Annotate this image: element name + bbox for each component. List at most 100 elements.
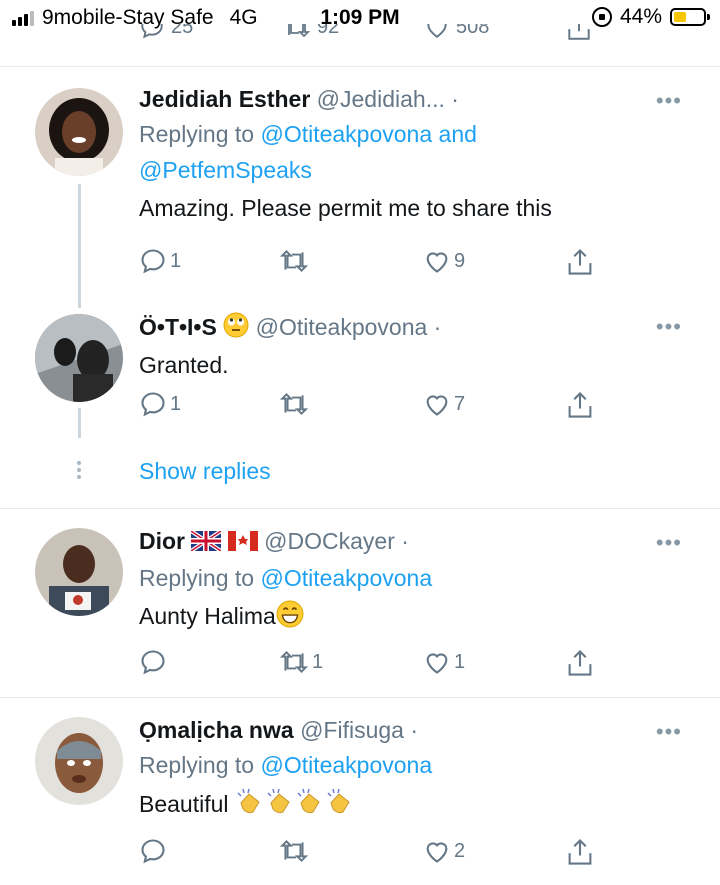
- display-name[interactable]: Ọmalịcha nwa: [139, 717, 294, 743]
- reply-icon: [141, 249, 165, 274]
- tweet-text: Amazing. Please permit me to share this: [139, 195, 552, 221]
- retweet-count: 92: [317, 24, 340, 38]
- retweet-button[interactable]: 92: [283, 24, 339, 40]
- reply-button[interactable]: 1: [139, 247, 181, 275]
- reply-icon: [141, 24, 163, 39]
- display-name[interactable]: Ö•T•I•S: [139, 314, 217, 340]
- heart-icon: [426, 252, 448, 273]
- more-options-icon[interactable]: •••: [656, 88, 682, 114]
- reply-icon: [141, 839, 165, 864]
- like-count: 508: [456, 24, 490, 38]
- reply-button[interactable]: [139, 837, 170, 865]
- replying-to: Replying to @Otiteakpovona: [139, 747, 720, 783]
- tweet-header: Ö•T•I•S @Otiteakpovona ·: [139, 312, 720, 345]
- like-button[interactable]: 508: [424, 24, 489, 40]
- show-replies-link[interactable]: Show replies: [139, 458, 271, 485]
- reply-button[interactable]: 25: [139, 24, 193, 40]
- like-count: 1: [454, 650, 466, 673]
- like-count: 2: [454, 839, 466, 862]
- like-count: 7: [454, 392, 466, 415]
- share-button[interactable]: [566, 648, 594, 678]
- tweet-text-content: Aunty Halima: [139, 603, 276, 629]
- reply-icon: [141, 392, 165, 417]
- replying-prefix: Replying to: [139, 752, 255, 778]
- like-button[interactable]: 2: [423, 837, 465, 865]
- user-handle[interactable]: @DOCkayer ·: [264, 528, 409, 554]
- tweet-text-content: Beautiful: [139, 791, 229, 818]
- divider: [0, 697, 720, 698]
- uk-flag-emoji: [190, 528, 223, 558]
- retweet-icon: [279, 249, 309, 273]
- divider: [0, 66, 720, 67]
- divider: [0, 508, 720, 509]
- user-handle[interactable]: @Otiteakpovona ·: [256, 314, 442, 340]
- retweet-icon: [279, 650, 309, 674]
- tweet-content: Ö•T•I•S @Otiteakpovona · Granted.: [139, 312, 720, 381]
- replying-link[interactable]: @Otiteakpovona: [260, 565, 432, 591]
- retweet-button[interactable]: [279, 247, 312, 275]
- share-icon: [568, 391, 592, 418]
- reply-count: 25: [171, 24, 194, 38]
- avatar[interactable]: [35, 528, 123, 616]
- thread-line: [78, 408, 81, 438]
- tweet-content: Jedidiah Esther @Jedidiah... · Replying …: [139, 84, 720, 224]
- user-handle[interactable]: @Fifisuga ·: [300, 717, 418, 743]
- retweet-button[interactable]: [279, 837, 312, 865]
- reply-button[interactable]: 1: [139, 390, 181, 418]
- more-options-icon[interactable]: •••: [656, 530, 682, 556]
- tweet-actions: 1 9: [139, 247, 599, 279]
- tweet-text: Beautiful: [139, 787, 720, 825]
- previous-tweet-actions: 25 92 508: [0, 24, 720, 50]
- thread-line: [78, 184, 81, 308]
- share-icon: [568, 24, 590, 40]
- retweet-icon: [279, 392, 309, 416]
- like-button[interactable]: 1: [423, 648, 465, 676]
- heart-icon: [426, 842, 448, 863]
- like-count: 9: [454, 249, 466, 272]
- more-options-icon[interactable]: •••: [656, 314, 682, 340]
- retweet-button[interactable]: [279, 390, 312, 418]
- replying-link[interactable]: @Otiteakpovona and: [260, 121, 476, 147]
- like-button[interactable]: 7: [423, 390, 465, 418]
- tweet-actions: 1 1: [139, 648, 599, 680]
- retweet-icon: [279, 839, 309, 863]
- retweet-count: 1: [312, 650, 324, 673]
- retweet-icon: [288, 24, 311, 38]
- thread-dots: [76, 458, 82, 482]
- tweet-actions: 1 7: [139, 390, 599, 422]
- reply-count: 1: [170, 249, 182, 272]
- display-name[interactable]: Jedidiah Esther: [139, 86, 310, 112]
- tweet-text: Aunty Halima: [139, 600, 720, 636]
- replying-link[interactable]: @Otiteakpovona: [260, 752, 432, 778]
- share-icon: [568, 649, 592, 676]
- tweet-content: Dior @DOCkayer · Replying to @Otiteakpov…: [139, 526, 720, 636]
- clapping-hands-emoji: [265, 787, 295, 825]
- rolling-eyes-emoji: [223, 312, 249, 345]
- display-name[interactable]: Dior: [139, 528, 185, 554]
- tweet-header: Jedidiah Esther @Jedidiah... ·: [139, 84, 720, 114]
- clapping-hands-emoji: [235, 787, 265, 825]
- replying-prefix: Replying to: [139, 121, 255, 147]
- reply-button[interactable]: [139, 648, 170, 676]
- share-button[interactable]: [566, 24, 592, 42]
- share-button[interactable]: [566, 837, 594, 867]
- reply-icon: [141, 650, 165, 675]
- canada-flag-emoji: [227, 528, 258, 558]
- heart-icon: [427, 24, 447, 38]
- replying-to: Replying to @Otiteakpovona and @PetfemSp…: [139, 116, 720, 188]
- tweet-header: Dior @DOCkayer ·: [139, 526, 720, 558]
- replying-prefix: Replying to: [139, 564, 255, 591]
- replying-link[interactable]: @PetfemSpeaks: [139, 157, 312, 183]
- retweet-button[interactable]: 1: [279, 648, 323, 676]
- avatar[interactable]: [35, 88, 123, 176]
- avatar[interactable]: [35, 314, 123, 402]
- more-options-icon[interactable]: •••: [656, 719, 682, 745]
- share-button[interactable]: [566, 247, 594, 277]
- share-button[interactable]: [566, 390, 594, 420]
- battery-fill: [674, 12, 687, 22]
- like-button[interactable]: 9: [423, 247, 465, 275]
- avatar[interactable]: [35, 717, 123, 805]
- clapping-hands-emoji: [295, 787, 325, 825]
- user-handle[interactable]: @Jedidiah... ·: [317, 86, 459, 112]
- tweet-header: Ọmalịcha nwa @Fifisuga ·: [139, 715, 720, 745]
